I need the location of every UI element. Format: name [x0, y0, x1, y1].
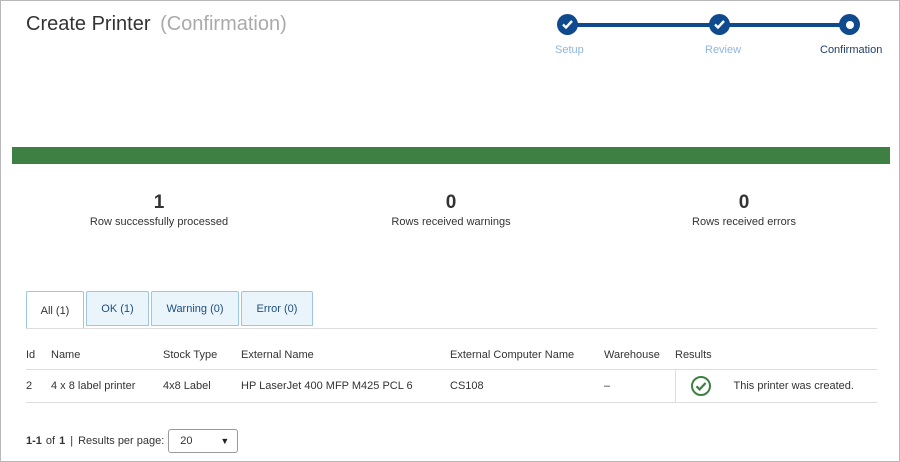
cell-results: This printer was created.	[674, 369, 877, 403]
cell-stock-type: 4x8 Label	[163, 369, 241, 403]
progress-stepper: Setup Review Confirmation	[541, 11, 891, 61]
completion-progress-bar	[12, 147, 890, 164]
stat-warnings-label: Rows received warnings	[391, 216, 511, 228]
pagination-of-label: of	[45, 435, 56, 447]
results-per-page-value: 20	[180, 435, 193, 447]
results-per-page-select[interactable]: 20 ▼	[168, 429, 239, 453]
stat-processed: 1 Row successfully processed	[29, 192, 289, 229]
page-subtitle: (Confirmation)	[160, 13, 287, 35]
step-review-complete-icon	[709, 14, 730, 35]
column-header-name: Name	[51, 349, 81, 361]
pagination-total: 1	[59, 435, 66, 447]
step-setup-complete-icon	[557, 14, 578, 35]
cell-warehouse: –	[604, 369, 675, 403]
cell-external-name: HP LaserJet 400 MFP M425 PCL 6	[241, 369, 450, 403]
stat-processed-label: Row successfully processed	[89, 216, 229, 228]
column-header-stock-type: Stock Type	[163, 349, 218, 361]
check-circle-icon	[690, 376, 711, 396]
table-header-row: Id Name Stock Type External Name Externa…	[26, 341, 877, 370]
tab-error[interactable]: Error (0)	[241, 291, 313, 326]
caret-down-icon: ▼	[220, 436, 230, 446]
column-header-external-name: External Name	[241, 349, 314, 361]
page-title-text: Create Printer	[26, 13, 151, 35]
cell-external-computer-name: CS108	[450, 369, 604, 403]
column-header-results: Results	[675, 349, 712, 361]
column-header-warehouse: Warehouse	[604, 349, 660, 361]
step-confirmation-current-icon	[839, 14, 860, 35]
result-message: This printer was created.	[733, 380, 854, 392]
stat-warnings: 0 Rows received warnings	[321, 192, 581, 229]
tabs-divider	[26, 328, 877, 329]
page-frame: Create Printer (Confirmation) Setup Revi…	[0, 0, 900, 462]
table-row: 2 4 x 8 label printer 4x8 Label HP Laser…	[26, 369, 877, 403]
page-title: Create Printer (Confirmation)	[26, 13, 287, 36]
results-table: Id Name Stock Type External Name Externa…	[26, 341, 877, 403]
tab-all[interactable]: All (1)	[26, 291, 84, 329]
column-header-external-computer-name: External Computer Name	[450, 349, 575, 361]
tab-warning[interactable]: Warning (0)	[151, 291, 239, 326]
stat-warnings-value: 0	[445, 192, 457, 213]
pagination: 1-1 of 1 | Results per page: 20 ▼	[26, 428, 239, 454]
step-label-confirmation: Confirmation	[820, 44, 883, 56]
stat-processed-value: 1	[153, 192, 165, 213]
cell-name: 4 x 8 label printer	[51, 369, 163, 403]
pagination-separator: |	[70, 435, 74, 447]
stat-errors-value: 0	[738, 192, 750, 213]
step-label-review: Review	[705, 44, 742, 56]
column-header-id: Id	[26, 349, 36, 361]
stat-errors: 0 Rows received errors	[614, 192, 874, 229]
step-label-setup: Setup	[555, 44, 584, 56]
cell-id: 2	[26, 369, 51, 403]
results-per-page-label: Results per page:	[78, 435, 165, 447]
stat-errors-label: Rows received errors	[692, 216, 796, 228]
stepper-track	[567, 23, 849, 27]
pagination-range: 1-1	[26, 435, 42, 447]
tab-ok[interactable]: OK (1)	[86, 291, 149, 326]
